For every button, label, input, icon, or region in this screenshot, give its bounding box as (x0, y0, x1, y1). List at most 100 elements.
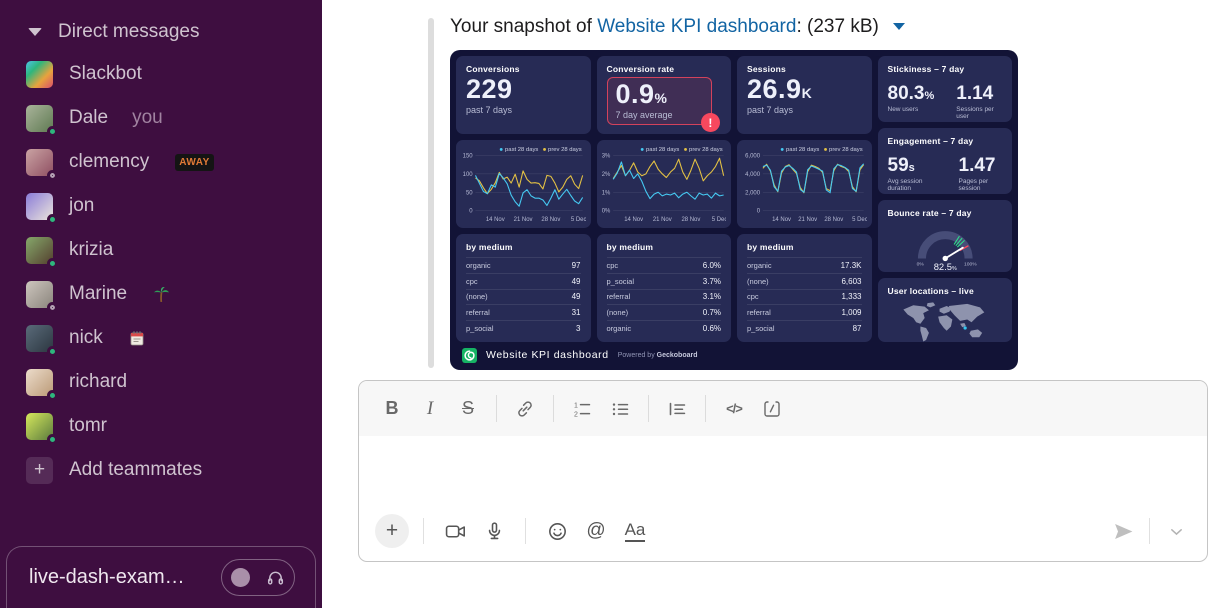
toolbar-bold-button[interactable]: B (373, 392, 411, 426)
code-block-icon (762, 399, 782, 419)
svg-text:prev 28 days: prev 28 days (548, 147, 582, 153)
dm-item-clemency[interactable]: clemencyAWAY (0, 140, 322, 184)
toolbar-strikethrough-button[interactable]: S (449, 392, 487, 426)
medium-value: 49 (572, 292, 581, 301)
svg-text:28 Nov: 28 Nov (681, 217, 700, 223)
alert-exclamation-icon: ! (701, 113, 720, 132)
conversion-rate-line-chart: 3%2%1%0%14 Nov21 Nov28 Nov5 Decprev 28 d… (602, 142, 727, 226)
send-button[interactable] (1106, 514, 1140, 548)
attach-plus-button[interactable]: + (375, 514, 409, 548)
dashboard-link[interactable]: Website KPI dashboard (597, 16, 796, 37)
video-clip-button[interactable] (438, 514, 472, 548)
add-teammates-button[interactable]: + Add teammates (0, 448, 322, 492)
avatar (26, 193, 53, 220)
medium-value: 6,603 (841, 277, 861, 286)
italic-icon: I (427, 398, 433, 420)
presence-away-dot (47, 302, 58, 313)
dm-section-header[interactable]: Direct messages (0, 0, 322, 52)
dm-item-tomr[interactable]: tomr (0, 404, 322, 448)
schedule-send-button[interactable] (1159, 514, 1193, 548)
svg-text:14 Nov: 14 Nov (772, 217, 791, 223)
aa-format-icon: Aa (625, 520, 646, 542)
toolbar-ordered-list-button[interactable]: 12 (563, 392, 601, 426)
world-map (888, 301, 1003, 342)
medium-value: 0.7% (703, 308, 721, 317)
tile-sessions-chart: 6,0004,0002,000014 Nov21 Nov28 Nov5 Decp… (737, 140, 872, 228)
toolbar-link-button[interactable] (506, 392, 544, 426)
toolbar-divider (553, 395, 554, 422)
conversions-line-chart: 15010050014 Nov21 Nov28 Nov5 Decprev 28 … (461, 142, 586, 226)
svg-text:3%: 3% (602, 154, 611, 160)
dm-item-richard[interactable]: richard (0, 360, 322, 404)
table-row: (none)6,603 (747, 273, 862, 289)
dm-item-krizia[interactable]: krizia (0, 228, 322, 272)
toolbar-bullet-list-button[interactable] (601, 392, 639, 426)
toolbar-blockquote-button[interactable] (658, 392, 696, 426)
table-row: referral 1,009 (747, 304, 862, 320)
dm-list: SlackbotDaleyouclemencyAWAYjonkriziaMari… (0, 52, 322, 448)
presence-online-dot (47, 214, 58, 225)
tile-title: Bounce rate – 7 day (888, 208, 1003, 218)
huddle-toggle-knob[interactable] (231, 568, 250, 587)
chevron-down-icon[interactable] (28, 28, 42, 36)
avatar (26, 281, 53, 308)
dm-item-label: clemency (69, 151, 149, 173)
svg-text:4,000: 4,000 (745, 172, 761, 178)
medium-label: referral (747, 308, 771, 317)
toolbar-code-block-button[interactable] (753, 392, 791, 426)
dm-item-jon[interactable]: jon (0, 184, 322, 228)
toolbar-italic-button[interactable]: I (411, 392, 449, 426)
show-formatting-button[interactable]: Aa (618, 514, 652, 548)
tile-conversions-chart: 15010050014 Nov21 Nov28 Nov5 Decprev 28 … (456, 140, 591, 228)
audio-clip-button[interactable] (477, 514, 511, 548)
toolbar-divider (423, 518, 424, 544)
tile-user-locations: User locations – live (878, 278, 1013, 342)
kpi-sublabel: 7 day average (616, 110, 703, 120)
tile-conversion-rate: Conversion rate 0.9% 7 day average ! (597, 56, 732, 134)
svg-text:28 Nov: 28 Nov (541, 217, 560, 223)
tile-title: Conversion rate (607, 64, 722, 74)
toolbar-code-button[interactable]: </> (715, 392, 753, 426)
tile-title: by medium (466, 240, 581, 257)
kpi-value: 0.9 (616, 79, 655, 109)
emoji-button[interactable] (540, 514, 574, 548)
presence-online-dot (47, 258, 58, 269)
medium-value: 1,009 (841, 308, 861, 317)
headphones-icon (266, 568, 285, 587)
presence-online-dot (47, 126, 58, 137)
mention-button[interactable]: @ (579, 514, 613, 548)
svg-text:5 Dec: 5 Dec (711, 217, 726, 223)
palm-tree-icon (153, 286, 170, 303)
medium-value: 17.3K (841, 261, 862, 270)
dashboard-footer-title: Website KPI dashboard (486, 349, 609, 361)
avatar (26, 369, 53, 396)
medium-label: referral (607, 292, 631, 301)
avatar (26, 325, 53, 352)
dm-item-nick[interactable]: nick (0, 316, 322, 360)
message-actions-caret-icon[interactable] (893, 23, 905, 30)
dashboard-snapshot-image[interactable]: Conversions 229 past 7 days 15010050014 … (450, 50, 1018, 370)
tile-title: by medium (607, 240, 722, 257)
tile-bounce-rate: Bounce rate – 7 day 0% 100% (878, 200, 1013, 272)
dm-item-dale[interactable]: Daleyou (0, 96, 322, 140)
workspace-footer: live-dash-exam… (6, 546, 316, 608)
dm-item-marine[interactable]: Marine (0, 272, 322, 316)
svg-text:0%: 0% (602, 209, 611, 215)
svg-text:past 28 days: past 28 days (786, 147, 819, 153)
huddle-toggle[interactable] (221, 559, 295, 596)
tile-title: Sessions (747, 64, 862, 74)
table-row: (none)49 (466, 289, 581, 305)
message-input[interactable] (359, 436, 1207, 509)
dm-item-label: Dale (69, 107, 108, 129)
svg-text:5 Dec: 5 Dec (852, 217, 866, 223)
table-row: referral3.1% (607, 289, 722, 305)
dm-item-slackbot[interactable]: Slackbot (0, 52, 322, 96)
code-icon: </> (726, 401, 742, 416)
medium-value: 1,333 (841, 292, 861, 301)
dashboard-footer: Website KPI dashboard Powered by Geckobo… (456, 342, 1012, 364)
svg-text:6,000: 6,000 (745, 154, 761, 160)
presence-online-dot (47, 434, 58, 445)
svg-text:14 Nov: 14 Nov (624, 217, 643, 223)
microphone-icon (484, 521, 505, 542)
sidebar: Direct messages SlackbotDaleyouclemencyA… (0, 0, 322, 608)
